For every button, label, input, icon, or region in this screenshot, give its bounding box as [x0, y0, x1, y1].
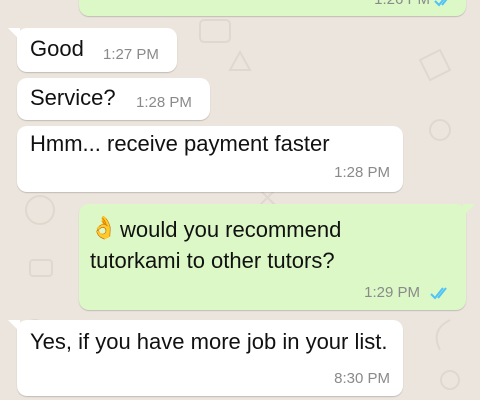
message-timestamp: 1:26 PM [374, 0, 430, 8]
message-bubble-incoming[interactable]: Good 1:27 PM [8, 28, 177, 72]
double-check-read-icon [430, 287, 447, 300]
message-bubble-outgoing[interactable]: 👌 would you recommend tutorkami to other… [79, 204, 475, 310]
message-bubble-incoming[interactable]: Hmm... receive payment faster 1:28 PM [17, 126, 403, 192]
message-text: Yes, if you have more job in your list. [30, 329, 388, 354]
message-bubble-incoming[interactable]: Yes, if you have more job in your list. … [8, 320, 403, 396]
message-timestamp: 1:27 PM [103, 46, 159, 63]
double-check-read-icon [434, 0, 448, 7]
message-text: Service? [30, 85, 116, 110]
message-timestamp: 8:30 PM [334, 370, 390, 387]
message-bubble-incoming[interactable]: Service? 1:28 PM [17, 78, 210, 120]
message-timestamp: 1:28 PM [334, 164, 390, 181]
message-timestamp: 1:28 PM [136, 94, 192, 111]
message-text: Hmm... receive payment faster [30, 131, 330, 156]
message-timestamp: 1:29 PM [364, 284, 420, 301]
message-text: would you recommend tutorkami to other t… [90, 217, 342, 273]
message-bubble-outgoing[interactable]: 1:26 PM [79, 0, 466, 16]
message-text: Good [30, 36, 84, 61]
